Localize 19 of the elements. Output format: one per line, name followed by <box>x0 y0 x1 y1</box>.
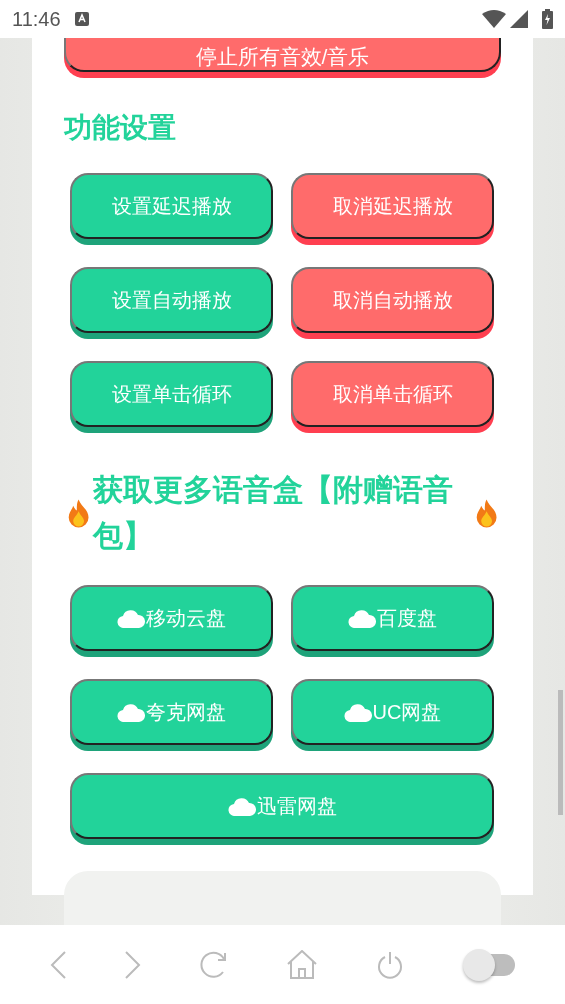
signal-icon <box>510 10 528 28</box>
back-icon[interactable] <box>49 950 66 979</box>
section-heading: 功能设置 <box>64 111 177 145</box>
section-heading: 获取更多语音盒【附赠语音包】 <box>93 472 455 554</box>
toggle-switch[interactable] <box>463 948 516 981</box>
flame-icon <box>66 497 92 529</box>
cloud-icon <box>343 702 372 722</box>
cloud-icon <box>348 608 376 628</box>
battery-icon <box>542 9 553 29</box>
wifi-icon <box>482 10 506 28</box>
power-icon[interactable] <box>376 950 405 979</box>
cloud-icon <box>117 702 145 722</box>
home-icon[interactable] <box>287 949 318 980</box>
cloud-icon <box>117 608 145 628</box>
cloud-icon <box>227 796 256 816</box>
reload-icon[interactable] <box>199 950 228 979</box>
status-time: 11:46 <box>12 7 61 32</box>
forward-icon[interactable] <box>124 950 141 979</box>
keyboard-icon <box>74 12 89 26</box>
